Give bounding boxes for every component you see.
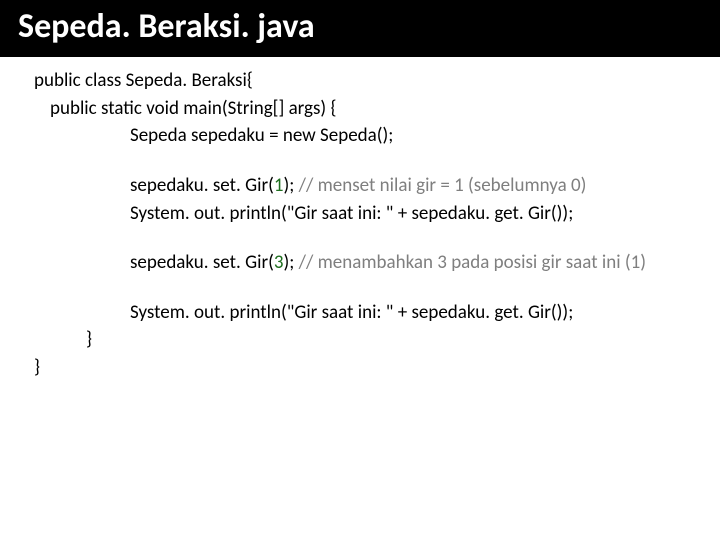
code-line-close-main: } [86, 326, 692, 354]
code-comment: // menambahkan 3 pada posisi gir saat in… [299, 251, 646, 274]
slide: Sepeda. Beraksi. java public class Seped… [0, 0, 720, 540]
code-line-setgir-1: sepedaku. set. Gir(1); // menset nilai g… [130, 172, 692, 200]
code-content: public class Sepeda. Beraksi{ public sta… [0, 57, 720, 381]
code-line-println-1: System. out. println("Gir saat ini: " + … [130, 200, 692, 228]
code-text: sepedaku. set. Gir( [130, 251, 274, 274]
code-text: sepedaku. set. Gir( [130, 174, 274, 197]
code-text: ); [284, 174, 299, 197]
code-line-main-decl: public static void main(String[] args) { [50, 95, 692, 123]
blank-line [34, 277, 692, 299]
code-line-close-class: } [34, 354, 692, 382]
code-line-setgir-3: sepedaku. set. Gir(3); // menambahkan 3 … [130, 249, 692, 277]
code-comment: // menset nilai gir = 1 (sebelumnya 0) [299, 174, 587, 197]
slide-title: Sepeda. Beraksi. java [18, 6, 315, 47]
code-line-new-sepeda: Sepeda sepedaku = new Sepeda(); [130, 122, 692, 150]
blank-line [34, 227, 692, 249]
title-bar: Sepeda. Beraksi. java [0, 0, 720, 57]
code-arg: 3 [274, 251, 284, 274]
code-arg: 1 [274, 174, 284, 197]
code-line-println-2: System. out. println("Gir saat ini: " + … [130, 299, 692, 327]
code-text: ); [284, 251, 299, 274]
code-line-class-decl: public class Sepeda. Beraksi{ [34, 67, 692, 95]
blank-line [34, 150, 692, 172]
